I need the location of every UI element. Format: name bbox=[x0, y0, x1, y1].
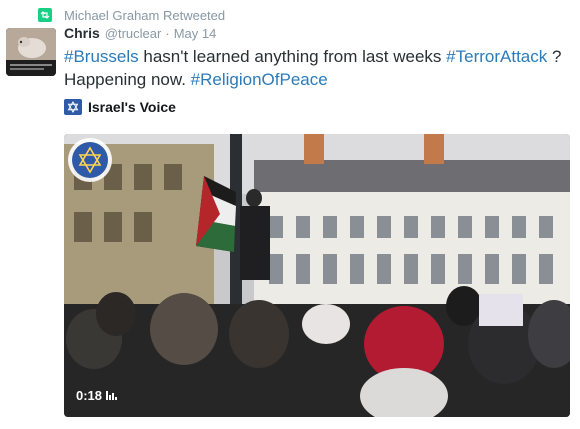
hashtag-link-brussels[interactable]: #Brussels bbox=[64, 47, 139, 66]
card-source-name[interactable]: Israel's Voice bbox=[88, 99, 176, 115]
tweet-header: Chris @truclear · May 14 bbox=[64, 25, 216, 41]
video-duration: 0:18 bbox=[76, 388, 118, 403]
tweet-text-segment: hasn't learned anything from last weeks bbox=[138, 47, 447, 66]
tweet-text-segment: ? bbox=[547, 47, 562, 66]
hashtag-link-religionofpeace[interactable]: #ReligionOfPeace bbox=[191, 70, 328, 89]
video-player[interactable]: 0:18 bbox=[64, 134, 570, 417]
retweet-icon bbox=[38, 8, 52, 22]
tweet-text: #Brussels hasn't learned anything from l… bbox=[64, 45, 564, 91]
avatar[interactable] bbox=[6, 28, 56, 76]
tweet-timestamp[interactable]: May 14 bbox=[174, 26, 217, 41]
retweet-text[interactable]: Michael Graham Retweeted bbox=[64, 8, 225, 23]
video-duration-text: 0:18 bbox=[76, 388, 103, 403]
header-separator: · bbox=[165, 26, 170, 41]
tweet-text-segment: Happening now. bbox=[64, 70, 191, 89]
star-of-david-icon bbox=[64, 99, 82, 115]
card-source[interactable]: Israel's Voice bbox=[64, 99, 176, 115]
author-name[interactable]: Chris bbox=[64, 25, 100, 41]
hashtag-link-terrorattack[interactable]: #TerrorAttack bbox=[446, 47, 547, 66]
author-handle[interactable]: @truclear bbox=[105, 26, 162, 41]
retweet-context: Michael Graham Retweeted bbox=[38, 6, 225, 24]
volume-bars-icon bbox=[106, 391, 118, 400]
video-thumbnail bbox=[64, 134, 570, 417]
